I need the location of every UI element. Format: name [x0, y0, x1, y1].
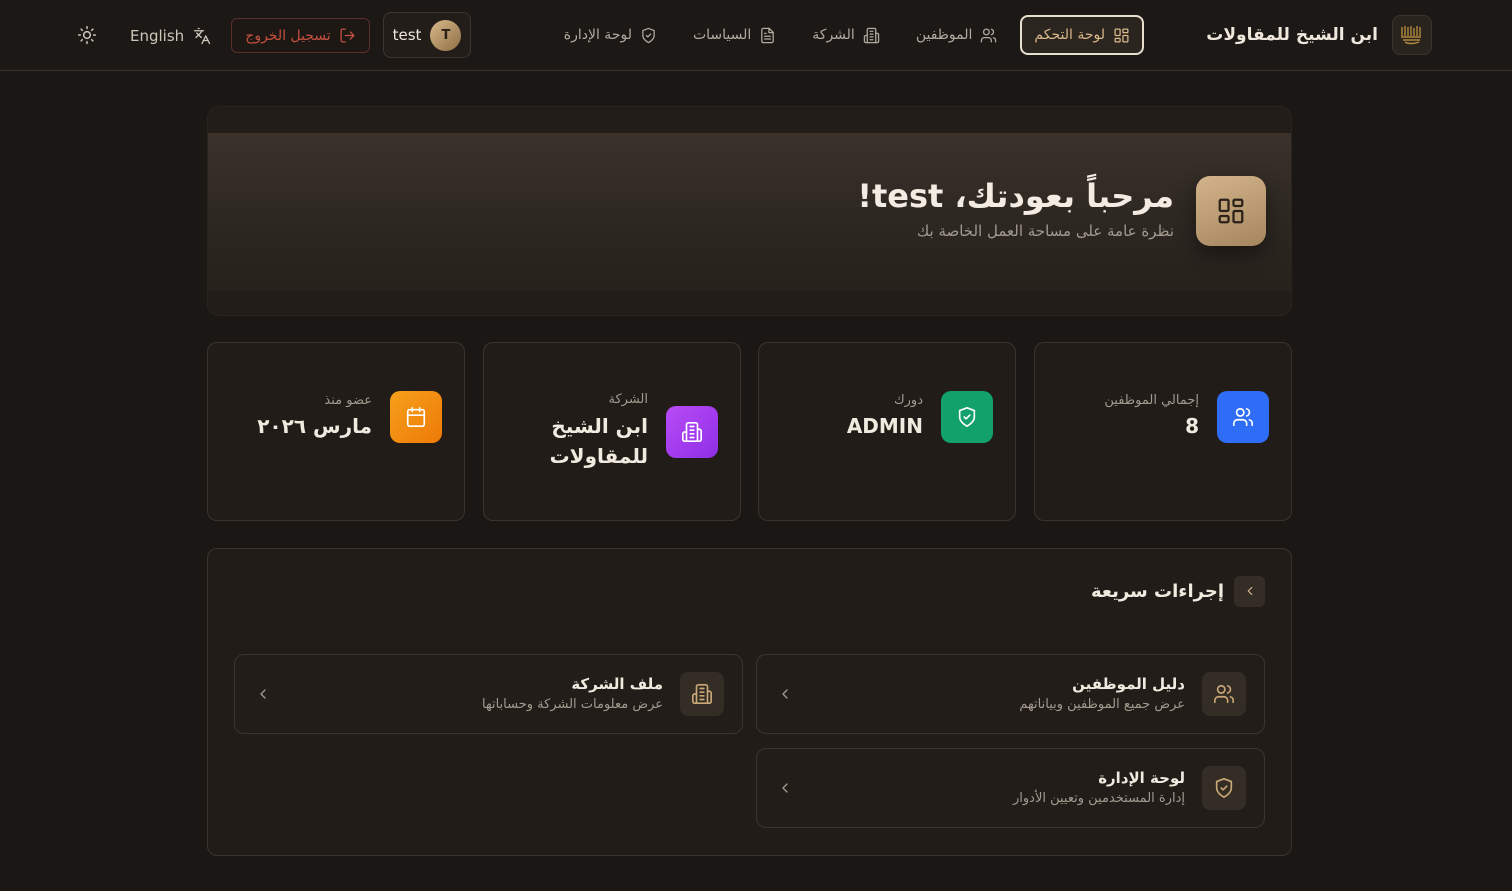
action-subtitle: عرض معلومات الشركة وحساباتها [482, 697, 663, 712]
brand[interactable]: ابن الشيخ للمقاولات [1206, 15, 1432, 55]
users-icon [1217, 391, 1269, 443]
stat-value: ADMIN [846, 414, 923, 438]
action-title: ملف الشركة [571, 675, 663, 693]
nav-employees-label: الموظفين [915, 27, 973, 43]
users-icon [1202, 672, 1246, 716]
stat-label: الشركة [608, 392, 648, 407]
action-employee-directory[interactable]: دليل الموظفين عرض جميع الموظفين وبياناته… [756, 654, 1265, 734]
building-icon [666, 406, 718, 458]
action-title: لوحة الإدارة [1098, 769, 1185, 787]
theme-toggle[interactable] [70, 18, 104, 52]
nav-dashboard-label: لوحة التحكم [1034, 27, 1105, 43]
logout-button[interactable]: تسجيل الخروج [231, 18, 370, 53]
users-icon [981, 27, 997, 43]
calendar-icon [390, 391, 442, 443]
nav-dashboard[interactable]: لوحة التحكم [1020, 15, 1144, 55]
sun-icon [77, 25, 97, 45]
chevron-left-icon [782, 689, 788, 699]
action-title: دليل الموظفين [1072, 675, 1185, 693]
shield-check-icon [941, 391, 993, 443]
quick-actions-header: إجراءات سريعة [1091, 575, 1265, 607]
stat-label: دورك [893, 393, 923, 408]
nav-company[interactable]: الشركة [799, 15, 893, 55]
user-menu[interactable]: T test [383, 12, 471, 58]
nav-admin-label: لوحة الإدارة [563, 27, 632, 43]
action-subtitle: عرض جميع الموظفين وبياناتهم [1019, 697, 1185, 712]
stat-label: عضو منذ [324, 393, 372, 408]
action-company-profile[interactable]: ملف الشركة عرض معلومات الشركة وحساباتها [234, 654, 743, 734]
building-icon [680, 672, 724, 716]
top-navbar: ابن الشيخ للمقاولات لوحة التحكم الموظفين… [0, 0, 1512, 71]
building-icon [863, 27, 880, 43]
stat-card-member-since: عضو منذ مارس ٢٠٢٦ [207, 342, 465, 521]
logout-icon [340, 28, 355, 43]
stat-value: 8 [1185, 414, 1199, 438]
logout-label: تسجيل الخروج [245, 27, 331, 44]
avatar: T [430, 19, 462, 51]
stat-card-company: الشركة ابن الشيخ للمقاولات [483, 342, 741, 521]
brand-name: ابن الشيخ للمقاولات [1206, 25, 1378, 45]
user-name: test [392, 26, 422, 44]
dashboard-icon [1196, 176, 1266, 246]
quick-actions-panel: إجراءات سريعة دليل الموظفين عرض جميع الم… [207, 548, 1292, 856]
nav-admin[interactable]: لوحة الإدارة [551, 15, 670, 55]
main-nav: لوحة التحكم الموظفين الشركة السياسات لوح… [551, 15, 1144, 55]
nav-employees[interactable]: الموظفين [903, 15, 1011, 55]
action-subtitle: إدارة المستخدمين وتعيين الأدوار [1013, 791, 1185, 806]
chevron-left-icon [260, 689, 266, 699]
chevron-left-icon [782, 783, 788, 793]
stat-card-total-employees: إجمالي الموظفين 8 [1034, 342, 1292, 521]
document-icon [761, 27, 775, 43]
shield-check-icon [642, 27, 655, 43]
stat-label: إجمالي الموظفين [1104, 393, 1199, 408]
shield-check-icon [1202, 766, 1246, 810]
nav-policies-label: السياسات [692, 27, 752, 43]
stat-value: مارس ٢٠٢٦ [257, 414, 372, 438]
page-subtitle: نظرة عامة على مساحة العمل الخاصة بك [916, 222, 1174, 240]
welcome-banner: مرحباً بعودتك، test! نظرة عامة على مساحة… [207, 106, 1292, 316]
chevron-left-icon [1234, 575, 1265, 607]
page-title: مرحباً بعودتك، test! [857, 177, 1174, 215]
stat-value: ابن الشيخ للمقاولات [549, 414, 648, 468]
stat-card-role: دورك ADMIN [758, 342, 1016, 521]
dashboard-icon [1114, 27, 1129, 43]
nav-company-label: الشركة [812, 27, 855, 43]
brand-logo [1392, 15, 1432, 55]
language-toggle[interactable]: English [124, 18, 217, 53]
translate-icon [193, 27, 211, 44]
action-admin-panel[interactable]: لوحة الإدارة إدارة المستخدمين وتعيين الأ… [756, 748, 1265, 828]
quick-actions-title: إجراءات سريعة [1091, 580, 1224, 602]
language-label: English [130, 26, 185, 45]
nav-policies[interactable]: السياسات [680, 15, 789, 55]
